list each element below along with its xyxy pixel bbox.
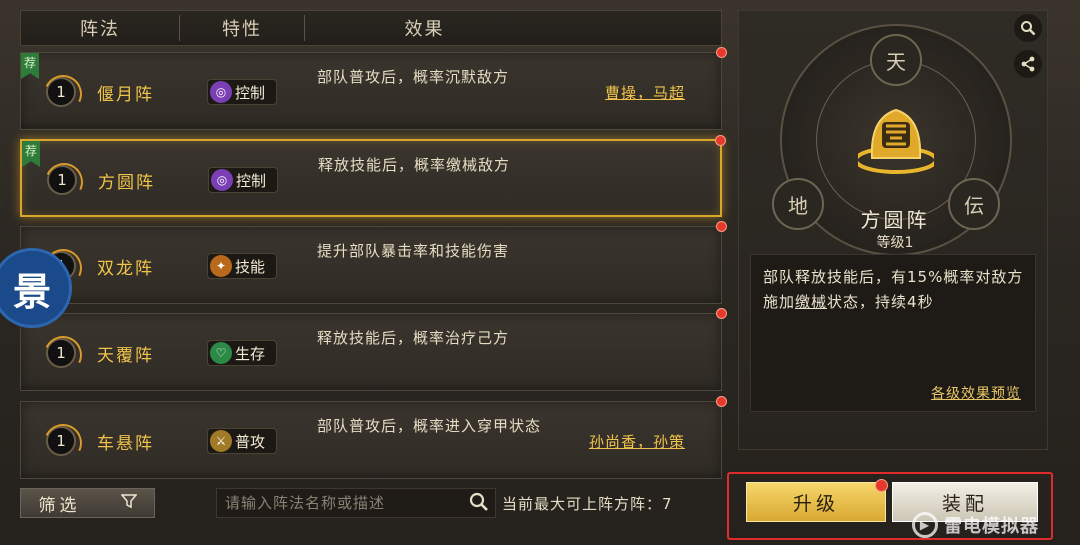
magnify-icon[interactable] — [1014, 14, 1042, 42]
formation-effect: 释放技能后，概率治疗己方 — [317, 329, 510, 347]
emulator-logo-icon: ▶ — [912, 512, 938, 538]
recommended-tag: 荐 — [21, 53, 39, 79]
description-keyword[interactable]: 缴械 — [795, 293, 827, 311]
skill-trait-icon: ✦ — [210, 255, 232, 277]
attack-trait-icon: ⚔ — [210, 430, 232, 452]
notification-dot — [716, 47, 727, 58]
recommended-heroes-link[interactable]: 孙尚香，孙策 — [589, 402, 685, 480]
survive-trait-icon: ♡ — [210, 342, 232, 364]
description-after: 状态，持续4秒 — [827, 293, 934, 311]
filter-button[interactable]: 筛选 — [20, 488, 155, 518]
watermark-text: 雷电模拟器 — [944, 516, 1039, 537]
trait-badge: ◎ 控制 — [207, 79, 277, 105]
trait-label: 控制 — [236, 171, 267, 190]
max-formations-text: 当前最大可上阵方阵：7 — [502, 494, 673, 513]
trait-badge: ✦ 技能 — [207, 253, 277, 279]
level-badge: 1 — [47, 165, 77, 195]
control-trait-icon: ◎ — [211, 169, 233, 191]
formation-effect: 部队普攻后，概率沉默敌方 — [317, 68, 510, 86]
formation-name: 天覆阵 — [97, 345, 154, 366]
notification-dot — [715, 135, 726, 146]
notification-dot — [716, 308, 727, 319]
header-trait: 特性 — [179, 15, 304, 41]
emulator-watermark: ▶ 雷电模拟器 — [912, 510, 1077, 540]
trait-label: 控制 — [235, 83, 266, 102]
glyph-node-top: 天 — [870, 34, 922, 86]
search-icon[interactable] — [469, 492, 489, 517]
detail-description: 部队释放技能后，有15%概率对敌方施加缴械状态，持续4秒 — [763, 265, 1027, 315]
detail-description-box: 部队释放技能后，有15%概率对敌方施加缴械状态，持续4秒 各级效果预览 — [750, 254, 1036, 412]
notification-dot — [716, 221, 727, 232]
formation-row[interactable]: 1双龙阵 ✦ 技能 提升部队暴击率和技能伤害 — [20, 221, 727, 304]
header-effect: 效果 — [304, 15, 544, 41]
level-badge: 1 — [46, 77, 76, 107]
formation-emblem: 天 地 伝 方圆阵 等级1 — [770, 18, 1020, 258]
formation-name: 双龙阵 — [97, 258, 154, 279]
trait-badge: ♡ 生存 — [207, 340, 277, 366]
formation-row[interactable]: 荐 1 偃月阵 ◎ 控制 部队普攻后，概率沉默敌方 曹操，马超 — [20, 47, 727, 131]
level-effects-preview-link[interactable]: 各级效果预览 — [931, 383, 1021, 403]
trait-badge: ⚔ 普攻 — [207, 428, 277, 454]
level-badge: 1 — [46, 338, 76, 368]
trait-label: 普攻 — [235, 432, 266, 451]
formation-row[interactable]: 荐 1 方圆阵 ◎ 控制 释放技能后，概率缴械敌方 — [20, 135, 726, 217]
formation-name: 车悬阵 — [97, 433, 154, 454]
formation-table-header: 阵法 特性 效果 — [20, 10, 722, 46]
detail-level: 等级1 — [876, 235, 914, 251]
formation-helmet-icon — [858, 108, 934, 174]
level-badge: 1 — [46, 426, 76, 456]
control-trait-icon: ◎ — [210, 81, 232, 103]
recommended-heroes-link[interactable]: 曹操，马超 — [605, 53, 685, 131]
share-icon[interactable] — [1014, 50, 1042, 78]
notification-dot — [716, 396, 727, 407]
formation-effect: 释放技能后，概率缴械敌方 — [318, 156, 511, 174]
formation-row[interactable]: 1 车悬阵 ⚔ 普攻 部队普攻后，概率进入穿甲状态 孙尚香，孙策 — [20, 396, 727, 480]
search-input[interactable] — [225, 494, 470, 512]
upgrade-notification-dot — [875, 479, 888, 492]
trait-badge: ◎ 控制 — [208, 167, 278, 193]
filter-label: 筛选 — [38, 495, 81, 516]
trait-label: 生存 — [235, 344, 266, 363]
header-formation: 阵法 — [80, 19, 120, 40]
search-box — [216, 488, 496, 518]
detail-title: 方圆阵 — [860, 208, 930, 232]
formation-name: 方圆阵 — [98, 172, 155, 193]
formation-name: 偃月阵 — [97, 84, 154, 105]
funnel-icon — [119, 493, 138, 513]
formation-effect: 提升部队暴击率和技能伤害 — [317, 242, 510, 260]
upgrade-button[interactable]: 升级 — [746, 482, 886, 522]
formation-row[interactable]: 1 天覆阵 ♡ 生存 释放技能后，概率治疗己方 — [20, 308, 727, 391]
trait-label: 技能 — [235, 257, 266, 276]
recommended-tag: 荐 — [22, 141, 40, 167]
formation-effect: 部队普攻后，概率进入穿甲状态 — [317, 417, 542, 435]
